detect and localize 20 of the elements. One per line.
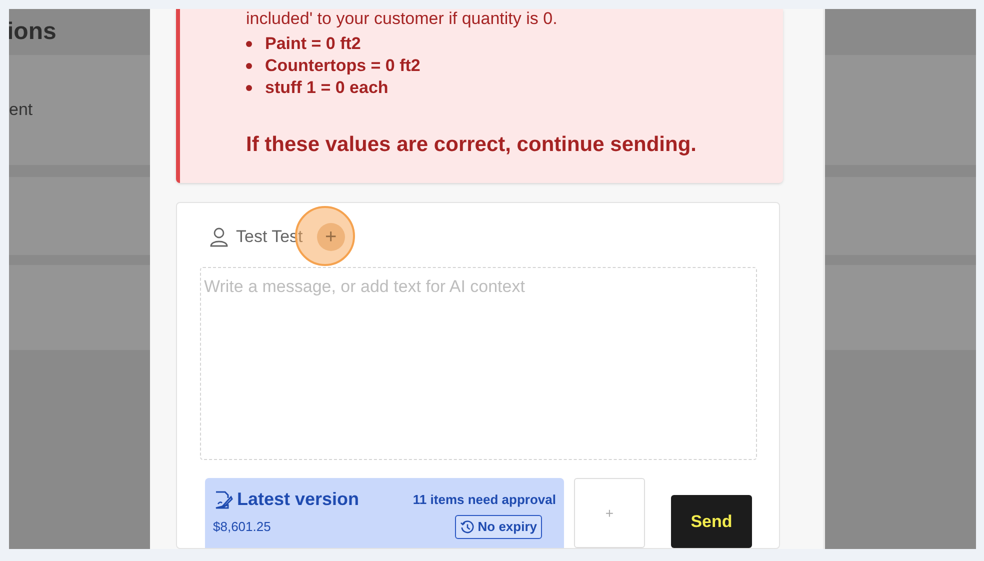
bullet-icon	[246, 63, 252, 69]
bullet-icon	[246, 41, 252, 47]
version-card[interactable]: Latest version 11 items need approval $8,601.25 No expiry	[205, 478, 564, 548]
message-field[interactable]: Write a message, or add text for AI context	[200, 267, 757, 460]
bullet-icon	[246, 85, 252, 91]
row-label: ent	[9, 99, 33, 122]
person-icon	[210, 227, 228, 247]
signed-document-icon	[213, 490, 233, 510]
history-icon	[460, 520, 475, 534]
list-item: Paint = 0 ft2	[265, 33, 361, 56]
page-heading: ions	[9, 17, 56, 47]
expiry-label: No expiry	[478, 518, 537, 536]
approval-count: 11 items need approval	[412, 490, 556, 509]
list-item: Countertops = 0 ft2	[265, 55, 420, 78]
alert-text: included' to your customer if quantity is 0.	[246, 9, 558, 29]
send-button[interactable]: Send	[671, 495, 752, 548]
version-price: $8,601.25	[213, 518, 271, 536]
alert-footer: If these values are correct, continue sending.	[246, 129, 767, 160]
version-title: Latest version	[237, 488, 360, 511]
list-item: stuff 1 = 0 each	[265, 77, 388, 100]
